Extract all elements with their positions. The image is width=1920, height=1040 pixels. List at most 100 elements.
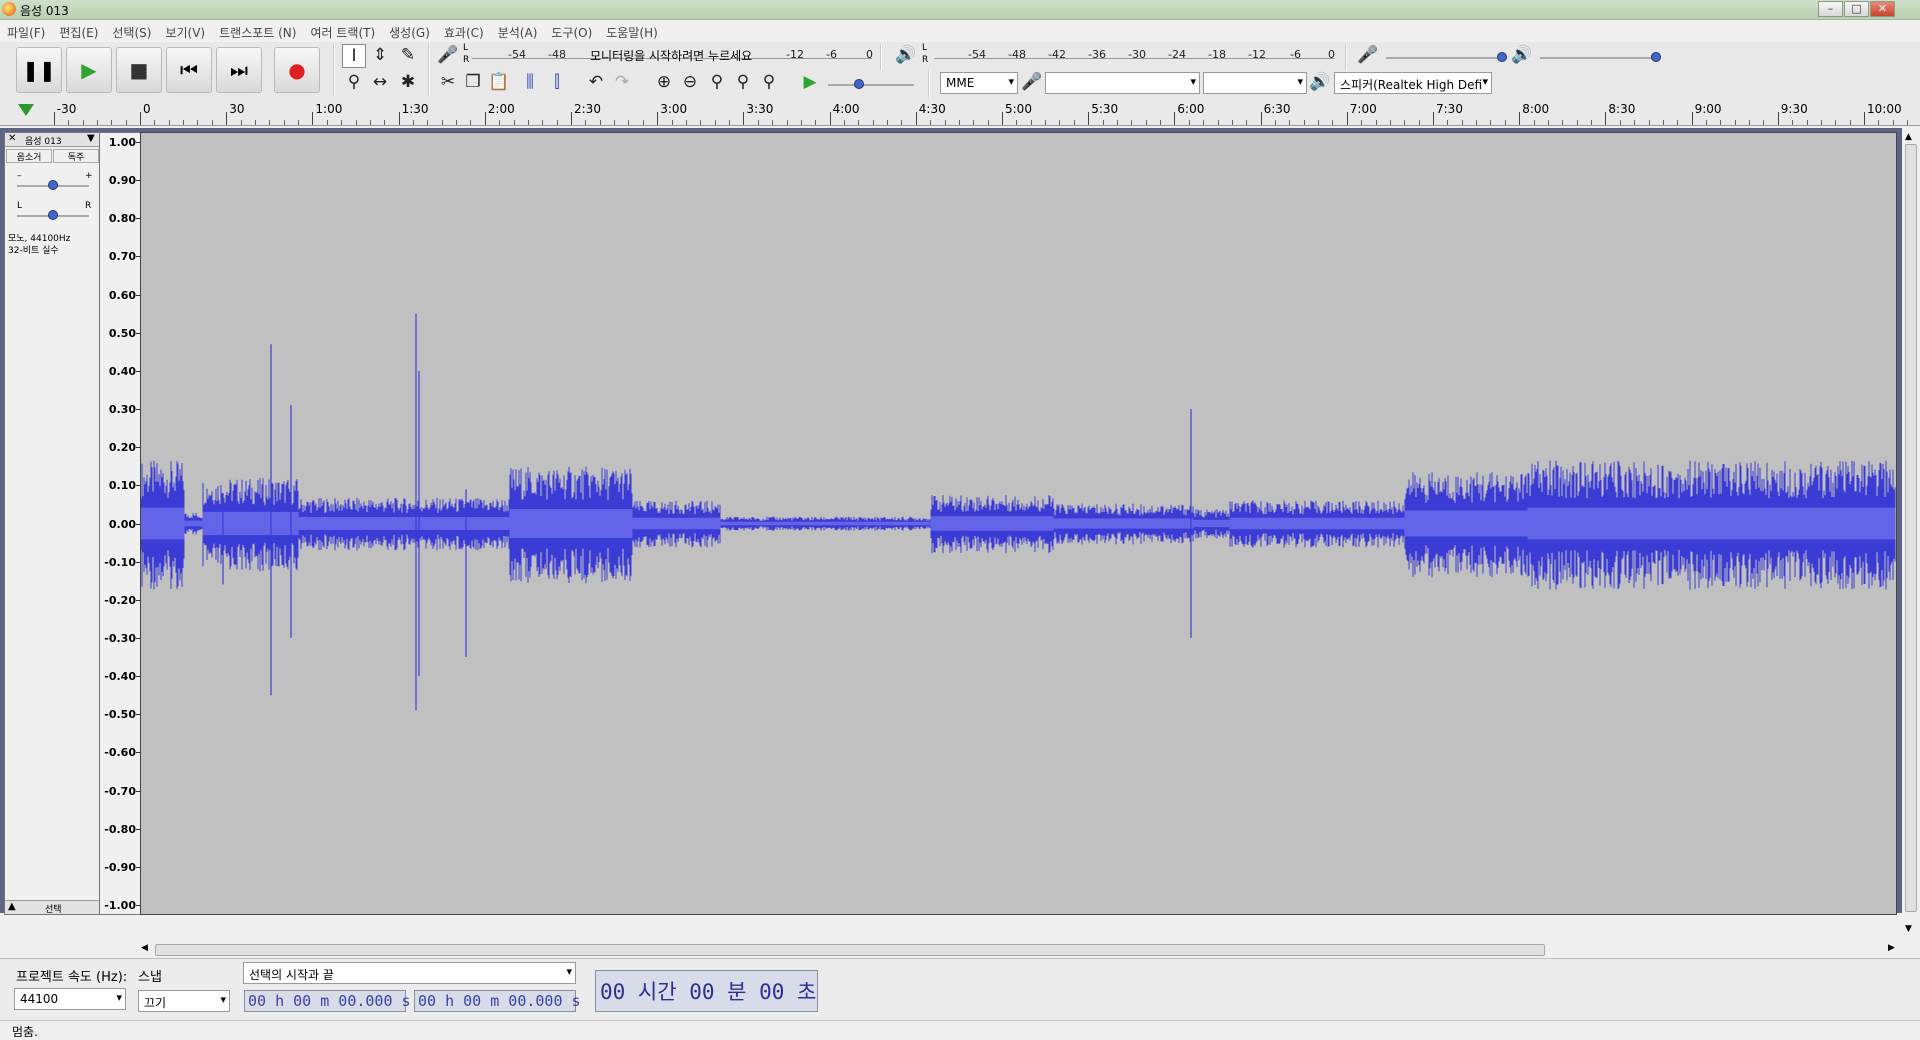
- menu-edit[interactable]: 편집(E): [52, 21, 105, 44]
- mute-button[interactable]: 음소거: [6, 149, 52, 163]
- ruler-tick: [1174, 112, 1176, 125]
- zoom-out-icon[interactable]: ⊖: [678, 71, 702, 95]
- play-button[interactable]: ▶: [66, 47, 112, 93]
- zoom-toggle-icon[interactable]: ⚲: [757, 71, 781, 95]
- microphone-icon[interactable]: 🎤: [436, 44, 460, 68]
- ruler-minor-tick: [1547, 120, 1549, 125]
- timeshift-tool-icon[interactable]: ↔: [368, 71, 392, 95]
- redo-icon[interactable]: ↷: [610, 71, 634, 95]
- ruler-minor-tick: [973, 120, 975, 125]
- track-close-button[interactable]: ✕: [8, 133, 16, 144]
- selection-mode-dropdown[interactable]: 선택의 시작과 끝: [243, 962, 576, 984]
- separator: [1345, 44, 1347, 70]
- scroll-down-icon[interactable]: ▼: [1905, 924, 1912, 934]
- speaker-icon[interactable]: 🔊: [894, 44, 918, 68]
- audio-position-time[interactable]: 00 시간 00 분 00 초: [595, 970, 818, 1012]
- selection-tool-icon[interactable]: I: [342, 44, 366, 68]
- ruler-minor-tick: [772, 120, 774, 125]
- recording-volume-knob[interactable]: [1497, 52, 1507, 62]
- ruler-minor-tick: [887, 120, 889, 125]
- horizontal-scroll-thumb[interactable]: [155, 944, 1545, 956]
- record-channels-dropdown[interactable]: [1203, 72, 1307, 94]
- menu-analyze[interactable]: 분석(A): [491, 21, 545, 44]
- vertical-scroll-thumb[interactable]: [1905, 144, 1917, 912]
- ruler-minor-tick: [1677, 120, 1679, 125]
- menu-file[interactable]: 파일(F): [0, 21, 52, 44]
- draw-tool-icon[interactable]: ✎: [396, 44, 420, 68]
- gain-knob[interactable]: [48, 180, 58, 190]
- skip-to-end-button[interactable]: ⏭: [216, 47, 262, 93]
- zoom-in-icon[interactable]: ⊕: [652, 71, 676, 95]
- envelope-tool-icon[interactable]: ⇕: [368, 44, 392, 68]
- audio-host-dropdown[interactable]: MME: [940, 72, 1018, 94]
- play-speed-knob[interactable]: [854, 79, 864, 89]
- playback-volume-slider[interactable]: [1540, 57, 1660, 59]
- track-name-button[interactable]: 음성 013: [25, 134, 62, 147]
- select-track-button[interactable]: 선택: [45, 902, 62, 915]
- playhead-marker-icon[interactable]: [18, 104, 34, 116]
- menu-tools[interactable]: 도구(O): [544, 21, 599, 44]
- menu-generate[interactable]: 생성(G): [382, 21, 437, 44]
- minimize-button[interactable]: –: [1818, 1, 1843, 17]
- scroll-left-icon[interactable]: ◀: [141, 943, 148, 953]
- ruler-minor-tick: [527, 120, 529, 125]
- collapse-icon[interactable]: ▲: [8, 901, 16, 912]
- play-speed-slider[interactable]: [828, 84, 914, 86]
- record-button[interactable]: ●: [274, 47, 320, 93]
- multi-tool-icon[interactable]: ✱: [396, 71, 420, 95]
- undo-icon[interactable]: ↶: [584, 71, 608, 95]
- ruler-minor-tick: [68, 120, 70, 125]
- play-scale-label: 0: [1328, 48, 1335, 61]
- close-window-button[interactable]: ✕: [1870, 1, 1895, 17]
- playback-volume-knob[interactable]: [1651, 52, 1661, 62]
- scroll-right-icon[interactable]: ▶: [1888, 943, 1895, 953]
- ruler-minor-tick: [82, 120, 84, 125]
- stop-button[interactable]: ■: [116, 47, 162, 93]
- menu-view[interactable]: 보기(V): [158, 21, 212, 44]
- silence-icon[interactable]: ⫿: [545, 71, 569, 95]
- ruler-minor-tick: [1792, 120, 1794, 125]
- scroll-up-icon[interactable]: ▲: [1905, 132, 1912, 142]
- recording-volume-slider[interactable]: [1386, 57, 1506, 59]
- trim-icon[interactable]: ⫼: [518, 71, 542, 95]
- pan-knob[interactable]: [48, 210, 58, 220]
- monitor-hint[interactable]: 모니터링을 시작하려면 누르세요: [590, 47, 752, 64]
- menu-tracks[interactable]: 여러 트랙(T): [303, 21, 382, 44]
- track-footer: ▲ 선택: [5, 900, 99, 915]
- timeline-ruler[interactable]: -30 0 30 1:00 1:30 2:00 2:30 3:00 3:30 4:00 4:30 5:…: [0, 98, 1920, 126]
- menu-help[interactable]: 도움말(H): [599, 21, 665, 44]
- fit-project-icon[interactable]: ⚲: [731, 71, 755, 95]
- maximize-button[interactable]: □: [1844, 1, 1869, 17]
- track-menu-chevron-icon[interactable]: ▼: [87, 133, 95, 144]
- ruler-minor-tick: [1418, 120, 1420, 125]
- copy-icon[interactable]: ❐: [461, 71, 485, 95]
- menu-transport[interactable]: 트랜스포트 (N): [212, 21, 303, 44]
- zoom-tool-icon[interactable]: ⚲: [342, 71, 366, 95]
- ruler-minor-tick: [1246, 120, 1248, 125]
- menu-select[interactable]: 선택(S): [105, 21, 158, 44]
- ruler-minor-tick: [1504, 120, 1506, 125]
- selection-end-time[interactable]: 00 h 00 m 00.000 s: [414, 990, 581, 1012]
- record-device-dropdown[interactable]: [1045, 72, 1200, 94]
- ruler-minor-tick: [1231, 120, 1233, 125]
- waveform-svg[interactable]: [141, 133, 1896, 914]
- waveform-view[interactable]: [140, 132, 1897, 915]
- project-rate-dropdown[interactable]: 44100: [14, 988, 126, 1010]
- playback-device-dropdown[interactable]: 스피커(Realtek High Defi: [1334, 72, 1492, 94]
- snap-dropdown[interactable]: 끄기: [138, 990, 230, 1012]
- amplitude-ruler[interactable]: 1.00 0.90 0.80 0.70 0.60 0.50 0.40 0.30 0.20 0.10…: [100, 132, 140, 915]
- play-at-speed-icon[interactable]: ▶: [798, 71, 822, 95]
- solo-button[interactable]: 독주: [53, 149, 99, 163]
- ruler-tick: [1260, 112, 1262, 125]
- fit-selection-icon[interactable]: ⚲: [705, 71, 729, 95]
- pause-button[interactable]: ❚❚: [16, 47, 62, 93]
- menu-effect[interactable]: 효과(C): [437, 21, 491, 44]
- paste-icon[interactable]: 📋: [487, 71, 511, 95]
- ruler-minor-tick: [254, 120, 256, 125]
- ruler-minor-tick: [1389, 120, 1391, 125]
- cut-icon[interactable]: ✂: [436, 71, 460, 95]
- vertical-scrollbar[interactable]: ▲ ▼: [1902, 128, 1920, 938]
- track-info-bitdepth: 32-비트 실수: [8, 246, 59, 256]
- skip-to-start-button[interactable]: ⏮: [166, 47, 212, 93]
- selection-start-time[interactable]: 00 h 00 m 00.000 s: [244, 990, 411, 1012]
